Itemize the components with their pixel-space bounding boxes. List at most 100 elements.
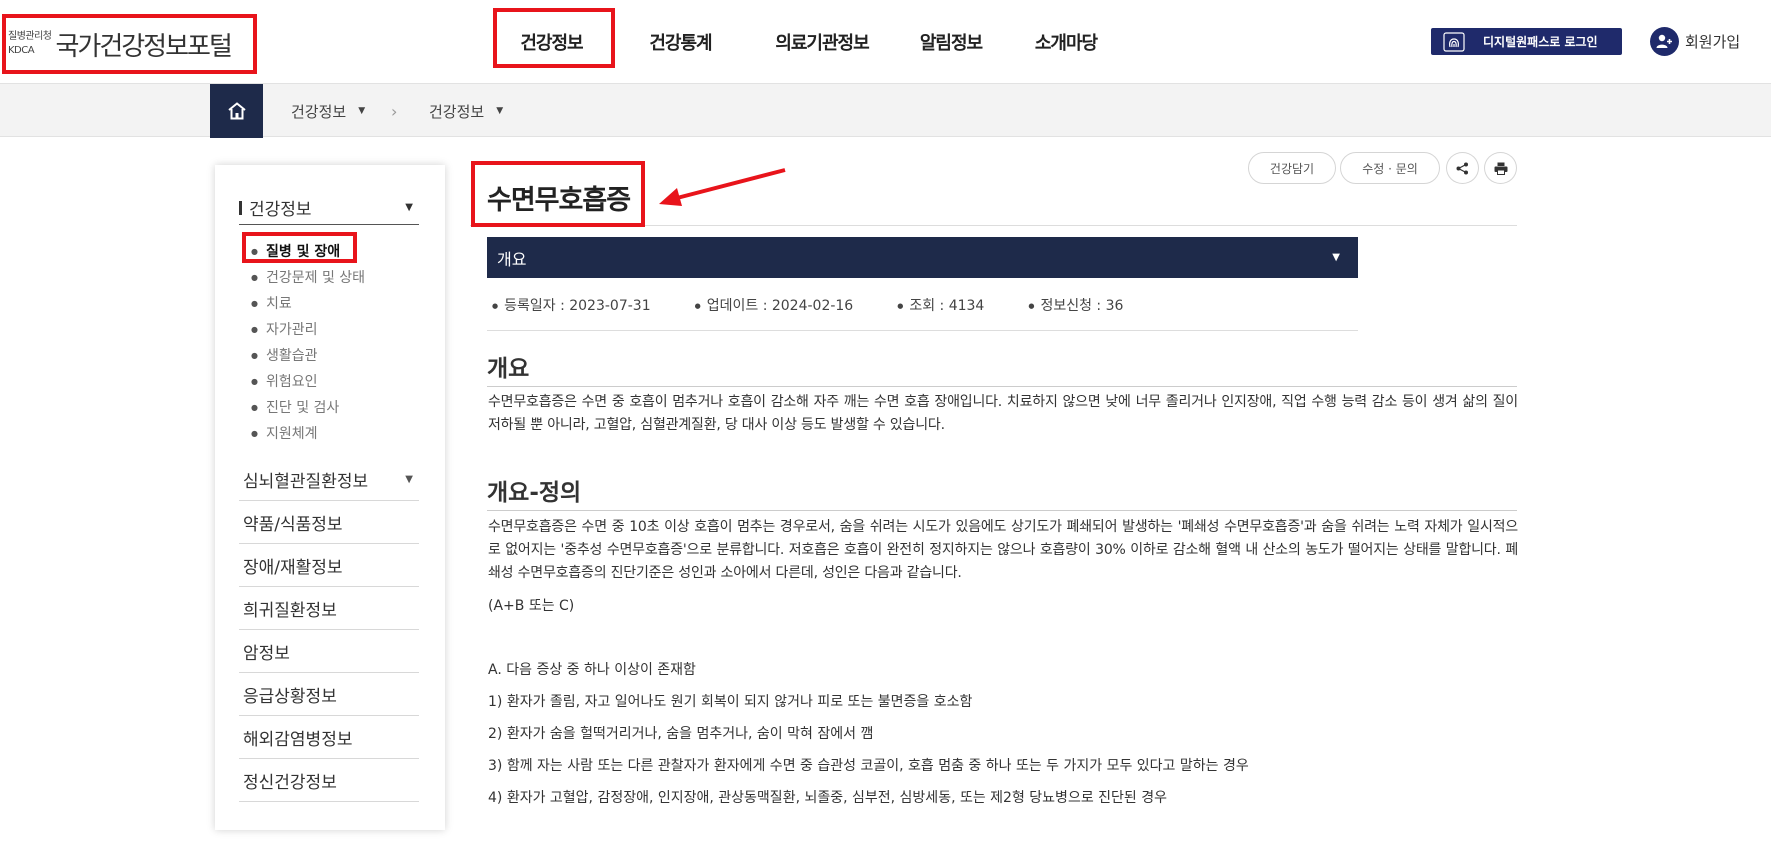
digital-onepass-login-label: 디지털원패스로 로그인	[1483, 35, 1598, 49]
section-divider	[487, 386, 1517, 387]
meta-registered: ● 등록일자 : 2023-07-31	[492, 298, 651, 314]
sidebar-item-drug-food[interactable]: 약품/식품정보	[239, 501, 419, 544]
logo-agency-abbr: KDCA	[8, 45, 35, 56]
join-label: 회원가입	[1685, 33, 1741, 51]
sidebar-subitem-diseases[interactable]: ● 질병 및 장애	[251, 241, 340, 261]
sidebar-subitem-label: 자가관리	[265, 322, 318, 338]
sidebar-item-disability[interactable]: 장애/재활정보	[239, 544, 419, 587]
sidebar-subitem-label: 건강문제 및 상태	[265, 270, 366, 286]
caret-down-icon: ▼	[358, 106, 366, 116]
caret-down-icon: ▼	[496, 106, 504, 116]
criteria-intro: (A+B 또는 C)	[488, 598, 575, 614]
meta-divider	[487, 330, 1358, 331]
sidebar-item-label: 해외감염병정보	[243, 729, 353, 750]
sidebar-item-label: 희귀질환정보	[243, 600, 337, 621]
bullet-icon: ●	[251, 298, 258, 308]
print-button[interactable]	[1484, 152, 1517, 184]
sidebar-head-label: 건강정보	[249, 200, 312, 220]
logo-agency-name: 질병관리청	[8, 31, 52, 42]
section-body-definition: 수면무호흡증은 수면 중 10초 이상 호흡이 멈추는 경우로서, 숨을 쉬려는…	[488, 519, 1518, 581]
sidebar-subitem-diagnosis[interactable]: ● 진단 및 검사	[251, 397, 339, 417]
main-nav: 건강정보 건강통계 의료기관정보 알림정보 소개마당	[490, 0, 1126, 83]
sidebar-subitem-label: 진단 및 검사	[265, 400, 340, 416]
home-button[interactable]	[210, 84, 263, 138]
criteria-item: 2) 환자가 숨을 헐떡거리거나, 숨을 멈추거나, 숨이 막혀 잠에서 깸	[488, 726, 874, 742]
site-header: 질병관리청 KDCA 국가건강정보포털 건강정보 건강통계 의료기관정보 알림정…	[0, 0, 1771, 83]
bookmark-label: 건강담기	[1269, 161, 1315, 176]
sidebar-subitem-lifestyle[interactable]: ● 생활습관	[251, 345, 318, 365]
digital-onepass-login-button[interactable]: 디지털원패스로 로그인	[1431, 28, 1622, 55]
sidebar-subitem-self-care[interactable]: ● 자가관리	[251, 319, 318, 339]
sidebar-subitem-label: 위험요인	[265, 374, 318, 390]
breadcrumb-level2[interactable]: 건강정보 ▼	[429, 84, 503, 138]
add-user-icon	[1650, 27, 1679, 56]
nav-notices[interactable]: 알림정보	[896, 0, 1006, 83]
bullet-icon: ●	[251, 246, 258, 256]
home-icon	[227, 102, 246, 120]
sidebar-item-label: 심뇌혈관질환정보	[243, 471, 369, 492]
share-button[interactable]	[1446, 152, 1479, 184]
sidebar-item-emergency[interactable]: 응급상황정보	[239, 673, 419, 716]
sidebar-item-label: 응급상황정보	[243, 686, 337, 707]
meta-requests: ● 정보신청 : 36	[1028, 298, 1124, 314]
sidebar-subitem-support[interactable]: ● 지원체계	[251, 423, 318, 443]
site-logo[interactable]: 질병관리청 KDCA 국가건강정보포털	[2, 14, 257, 74]
nav-about[interactable]: 소개마당	[1006, 0, 1126, 83]
overview-accordion-label: 개요	[497, 249, 527, 269]
breadcrumb-level1[interactable]: 건강정보 ▼	[291, 84, 365, 138]
meta-requests-text: 정보신청 : 36	[1040, 298, 1124, 314]
sidebar-subitem-risk-factors[interactable]: ● 위험요인	[251, 371, 318, 391]
sidebar-subitem-treatment[interactable]: ● 치료	[251, 293, 292, 313]
meta-registered-text: 등록일자 : 2023-07-31	[504, 298, 651, 314]
sidebar-subitem-health-problems[interactable]: ● 건강문제 및 상태	[251, 267, 365, 287]
bullet-icon: ●	[251, 402, 258, 412]
sidebar-subitem-label: 치료	[265, 296, 292, 312]
edit-inquiry-button[interactable]: 수정 · 문의	[1340, 152, 1440, 184]
sidebar-subitem-label: 생활습관	[265, 348, 318, 364]
chevron-right-icon: ›	[391, 102, 398, 121]
sidebar-item-overseas-infection[interactable]: 해외감염병정보	[239, 716, 419, 759]
criteria-item: 3) 함께 자는 사람 또는 다른 관찰자가 환자에게 수면 중 습관성 코골이…	[488, 758, 1249, 774]
breadcrumb: 건강정보 ▼ › 건강정보 ▼	[0, 83, 1771, 138]
meta-views-text: 조회 : 4134	[909, 298, 985, 314]
sidebar-head-marker	[239, 200, 242, 215]
section-body-overview: 수면무호흡증은 수면 중 호흡이 멈추거나 호흡이 감소해 자주 깨는 수면 호…	[488, 394, 1518, 433]
criteria-item: 4) 환자가 고혈압, 감정장애, 인지장애, 관상동맥질환, 뇌졸중, 심부전…	[488, 790, 1167, 806]
section-heading-definition: 개요-정의	[487, 480, 582, 506]
sidebar-item-mental-health[interactable]: 정신건강정보	[239, 759, 419, 802]
article-meta: ● 등록일자 : 2023-07-31 ● 업데이트 : 2024-02-16 ● 조…	[492, 295, 1167, 315]
caret-down-icon: ▼	[405, 473, 413, 485]
meta-views: ● 조회 : 4134	[897, 298, 985, 314]
caret-down-icon: ▼	[405, 202, 413, 213]
bullet-icon: ●	[251, 350, 258, 360]
overview-accordion[interactable]: 개요 ▼	[487, 237, 1358, 278]
join-button[interactable]: 회원가입	[1650, 27, 1740, 56]
bullet-icon: ●	[251, 272, 258, 282]
sidebar-head-health-info[interactable]: 건강정보 ▼	[239, 191, 419, 225]
sidebar-nav: 건강정보 ▼ ● 질병 및 장애 ● 건강문제 및 상태 ● 치료 ● 자가관리…	[215, 165, 445, 830]
sidebar-item-cancer[interactable]: 암정보	[239, 630, 419, 673]
sidebar-item-label: 정신건강정보	[243, 772, 337, 793]
section-heading-overview: 개요	[487, 356, 530, 382]
bookmark-button[interactable]: 건강담기	[1248, 152, 1336, 184]
criteria-a: A. 다음 증상 중 하나 이상이 존재함	[488, 662, 696, 678]
sidebar-subitem-label: 지원체계	[265, 426, 318, 442]
nav-health-stats[interactable]: 건강통계	[613, 0, 748, 83]
nav-medical-institutions[interactable]: 의료기관정보	[748, 0, 896, 83]
bullet-icon: ●	[251, 428, 258, 438]
section-divider	[487, 510, 1517, 511]
annotation-arrow-icon	[659, 168, 786, 206]
sidebar-item-label: 암정보	[243, 643, 290, 664]
page-title: 수면무호흡증	[487, 185, 631, 216]
sidebar-item-rare-disease[interactable]: 희귀질환정보	[239, 587, 419, 630]
bullet-icon: ●	[251, 376, 258, 386]
share-icon	[1456, 162, 1468, 174]
criteria-item: 1) 환자가 졸림, 자고 일어나도 원기 회복이 되지 않거나 피로 또는 불…	[488, 694, 973, 710]
sidebar-subitem-label: 질병 및 장애	[265, 244, 341, 260]
sidebar-item-label: 장애/재활정보	[243, 557, 343, 578]
nav-health-info[interactable]: 건강정보	[490, 0, 613, 83]
breadcrumb-level1-label: 건강정보	[291, 102, 347, 121]
breadcrumb-level2-label: 건강정보	[429, 102, 485, 121]
sidebar-item-cardio[interactable]: 심뇌혈관질환정보 ▼	[239, 458, 419, 501]
edit-inquiry-label: 수정 · 문의	[1362, 161, 1418, 176]
